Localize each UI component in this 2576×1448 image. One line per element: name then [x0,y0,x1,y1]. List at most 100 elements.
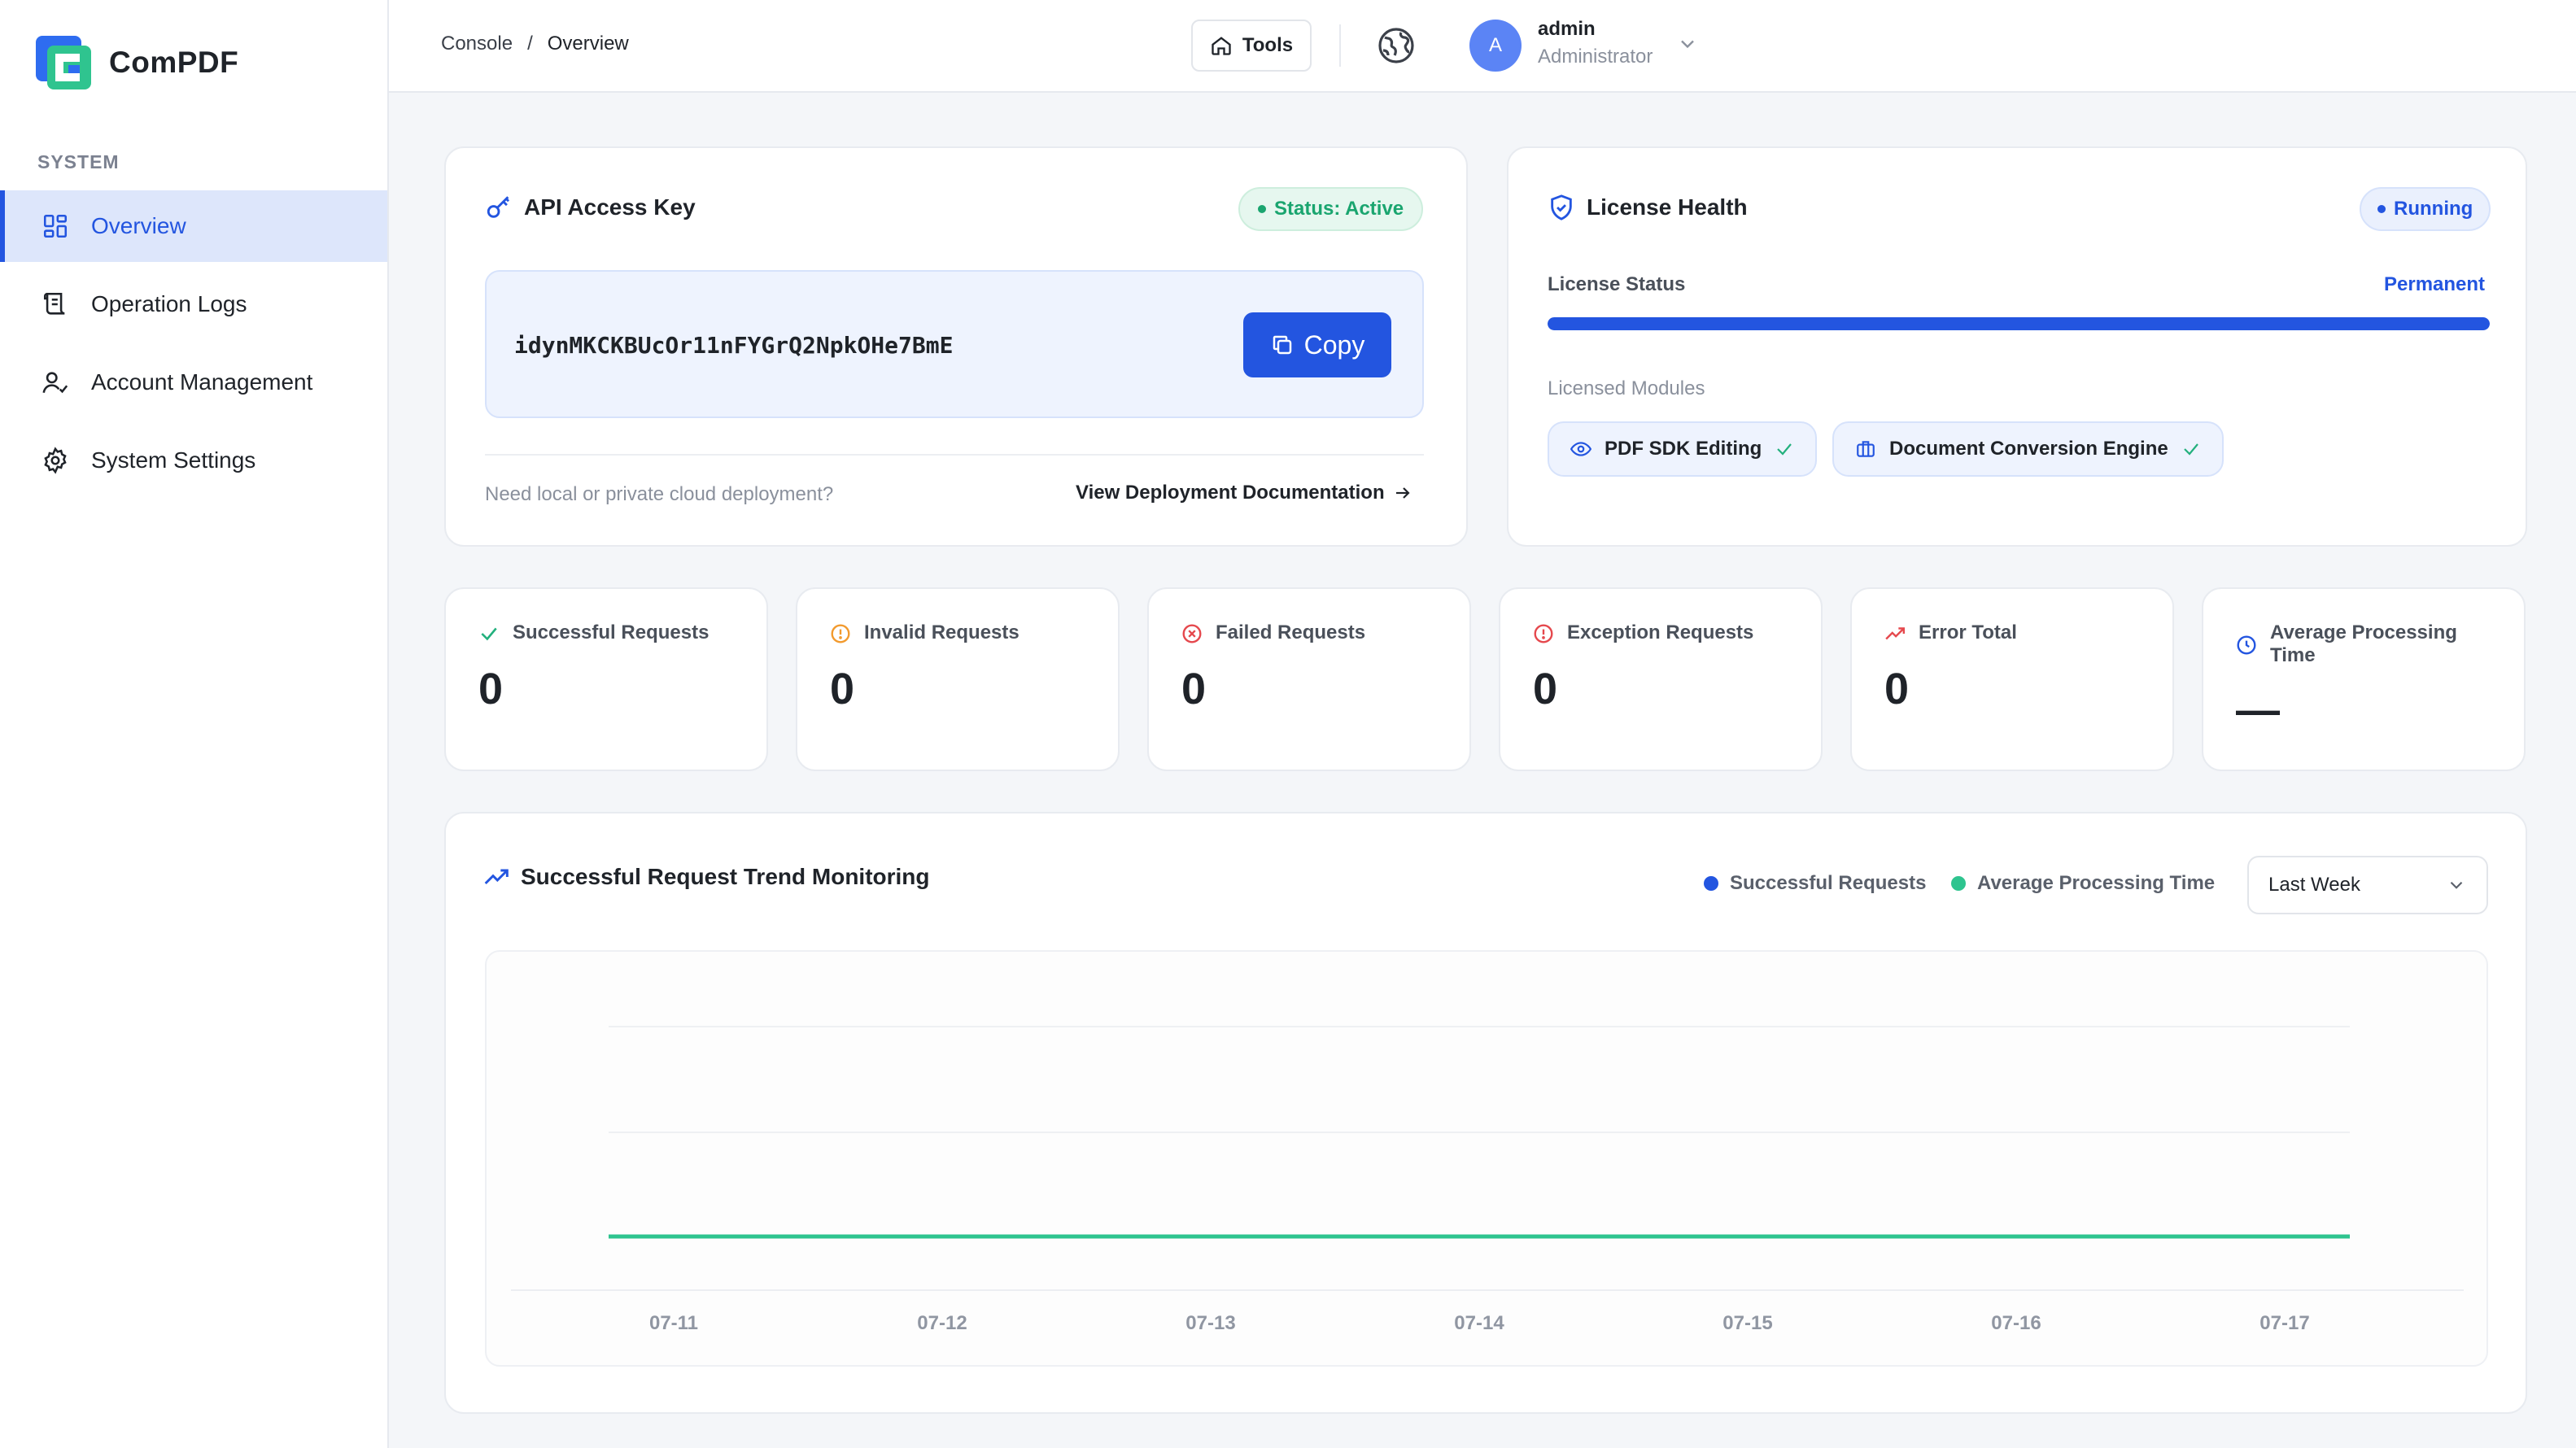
stat-value: 0 [1181,665,1207,713]
x-tick-label: 07-11 [649,1312,698,1334]
x-circle-icon [1182,624,1202,643]
api-key-box: idynMKCKBUcOr11nFYGrQ2NpkOHe7BmE Copy [485,270,1424,418]
sidebar-section-label: SYSTEM [37,151,120,172]
trend-line-chart: 07-11 07-12 07-13 07-14 07-15 07-16 07-17 [511,1026,2464,1334]
stat-header: Failed Requests [1181,622,1365,644]
x-tick-label: 07-13 [1185,1312,1235,1334]
gear-icon [39,444,72,477]
legend-average-processing-time[interactable]: Average Processing Time [1951,872,2215,895]
card-divider [485,454,1424,456]
deployment-hint: Need local or private cloud deployment? [485,483,834,505]
running-badge-text: Running [2394,198,2473,220]
stat-value: — [2236,686,2280,735]
chevron-down-icon[interactable] [1676,33,1699,55]
legend-label: Successful Requests [1730,872,1927,894]
range-select-value: Last Week [2268,874,2360,896]
stat-value: 0 [1533,665,1558,713]
licensed-modules-label: Licensed Modules [1548,377,1705,399]
range-select[interactable]: Last Week [2247,856,2488,914]
stat-label: Average Processing Time [2270,622,2457,666]
x-tick-label: 07-17 [2259,1312,2309,1334]
sidebar-item-label: Operation Logs [91,291,247,316]
trend-card-title: Successful Request Trend Monitoring [483,864,930,890]
status-badge: Status: Active [1238,187,1424,231]
sidebar-item-operation-logs[interactable]: Operation Logs [0,268,387,340]
running-dot [2377,205,2386,213]
sidebar-item-account-management[interactable]: Account Management [0,347,387,418]
shield-check-icon [1551,194,1572,220]
stat-card-invalid-requests: Invalid Requests 0 [796,587,1120,771]
dashboard-grid-icon [39,210,72,242]
stat-label: Exception Requests [1567,622,1754,643]
breadcrumb-separator: / [527,33,533,55]
module-name: PDF SDK Editing [1605,438,1762,460]
module-name: Document Conversion Engine [1889,438,2168,460]
breadcrumb-overview: Overview [547,33,629,55]
sidebar: ComPDF SYSTEM Overview Operation Logs Ac… [0,0,389,1448]
api-card-title-text: API Access Key [524,194,696,220]
stat-header: Invalid Requests [830,622,1019,644]
key-icon [487,196,510,218]
globe-language-icon[interactable] [1377,26,1416,65]
status-dot [1258,205,1266,213]
view-docs-label: View Deployment Documentation [1076,482,1385,504]
license-progress-fill [1548,317,2490,330]
header-divider [1339,24,1341,67]
brand[interactable]: ComPDF [36,36,238,89]
user-role: Administrator [1538,46,1653,68]
stat-card-exception-requests: Exception Requests 0 [1499,587,1823,771]
scroll-log-icon [39,288,72,321]
stat-value: 0 [830,665,855,713]
chevron-down-icon [2450,881,2463,889]
api-card-title: API Access Key [485,194,696,221]
copy-button[interactable]: Copy [1243,312,1391,377]
stat-label: Invalid Requests [864,622,1019,643]
breadcrumb-console[interactable]: Console [441,33,513,55]
sidebar-item-label: Account Management [91,369,313,395]
stat-header: Average Processing Time [2236,622,2496,667]
stat-header: Error Total [1884,622,2017,644]
module-chip-document-conversion-engine: Document Conversion Engine [1832,421,2224,477]
stat-card-error-total: Error Total 0 [1850,587,2174,771]
stat-card-average-processing-time: Average Processing Time — [2202,587,2526,771]
trend-chart-area: 07-11 07-12 07-13 07-14 07-15 07-16 07-17 [485,950,2488,1367]
stat-card-failed-requests: Failed Requests 0 [1147,587,1471,771]
legend-successful-requests[interactable]: Successful Requests [1704,872,1926,895]
status-badge-text: Status: Active [1274,198,1404,220]
user-check-icon [39,366,72,399]
license-card-title: License Health [1548,194,1748,221]
alert-circle-icon [831,624,850,643]
home-icon [1212,37,1231,55]
clock-icon [2237,635,2256,655]
stat-header: Successful Requests [478,622,709,644]
brand-name: ComPDF [109,46,239,79]
avatar[interactable]: A [1469,20,1522,72]
compdf-logo-icon [36,36,91,89]
stat-label: Error Total [1919,622,2017,643]
sidebar-item-system-settings[interactable]: System Settings [0,425,387,496]
module-chip-pdf-sdk-editing: PDF SDK Editing [1548,421,1818,477]
tools-button[interactable]: Tools [1191,20,1312,72]
legend-dot-green [1951,876,1966,891]
trending-up-icon [484,869,509,885]
license-progress-bar [1548,317,2490,330]
x-tick-label: 07-16 [1991,1312,2041,1334]
check-icon [1777,443,1792,456]
api-key-value[interactable]: idynMKCKBUcOr11nFYGrQ2NpkOHe7BmE [514,332,953,359]
sidebar-item-overview[interactable]: Overview [0,190,387,262]
api-access-key-card: API Access Key Status: Active idynMKCKBU… [444,146,1468,547]
stat-card-successful-requests: Successful Requests 0 [444,587,768,771]
legend-dot-blue [1704,876,1718,891]
briefcase-icon [1857,441,1875,457]
stat-label: Successful Requests [513,622,709,643]
x-tick-label: 07-12 [917,1312,967,1334]
arrow-right-icon [1395,487,1410,499]
eye-icon [1570,442,1591,456]
user-name[interactable]: admin [1538,18,1596,41]
view-docs-link[interactable]: View Deployment Documentation [1076,482,1412,504]
trending-up-icon [1885,627,1906,640]
breadcrumb: Console / Overview [441,33,629,55]
sidebar-nav: Overview Operation Logs Account Manageme… [0,190,387,503]
license-status-label: License Status [1548,273,1686,295]
tools-label: Tools [1242,34,1294,56]
